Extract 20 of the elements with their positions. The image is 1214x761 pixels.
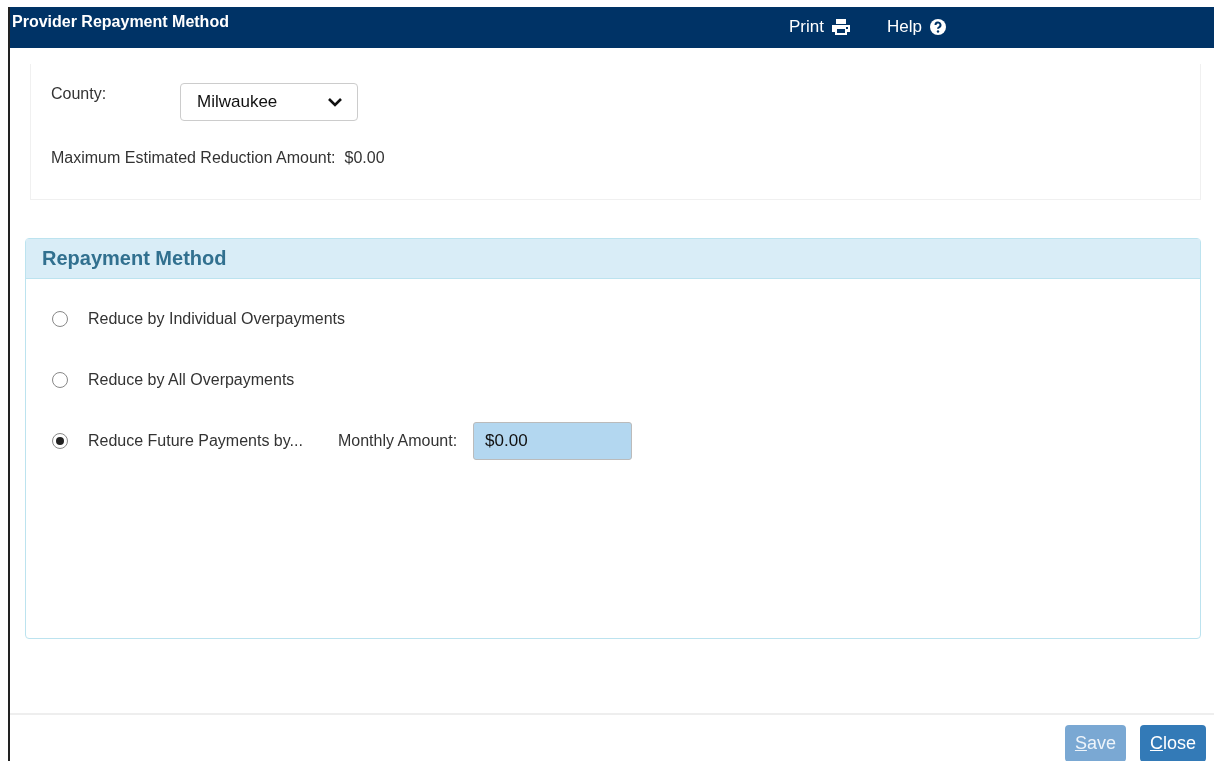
max-reduction-label: Maximum Estimated Reduction Amount: (51, 149, 336, 166)
print-link[interactable]: Print (788, 17, 850, 37)
monthly-amount-field[interactable]: $0.00 (473, 422, 633, 460)
radio-button[interactable] (52, 311, 68, 327)
help-link[interactable]: Help (886, 17, 946, 37)
option-label[interactable]: Reduce by All Overpayments (88, 371, 295, 389)
option-label[interactable]: Reduce Future Payments by... (88, 432, 303, 450)
option-label[interactable]: Reduce by Individual Overpayments (88, 310, 346, 328)
panel-title: Repayment Method (42, 247, 227, 270)
printer-icon (831, 19, 850, 35)
county-dropdown[interactable]: Milwaukee (180, 83, 358, 121)
county-label: County: (51, 84, 108, 103)
close-button[interactable]: Close (1139, 725, 1206, 761)
radio-button[interactable] (52, 433, 68, 449)
max-reduction-value: $0.00 (344, 149, 385, 166)
monthly-amount-label: Monthly Amount: (337, 432, 458, 450)
radio-button[interactable] (52, 372, 68, 388)
chevron-down-icon (327, 97, 343, 107)
help-icon (929, 19, 946, 35)
window-title: Provider Repayment Method (11, 12, 229, 31)
